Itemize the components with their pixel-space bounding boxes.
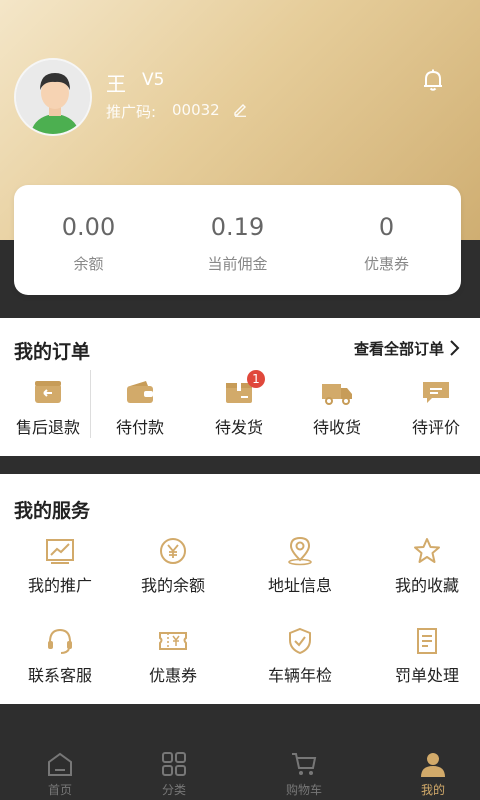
home-icon [48,752,72,776]
yen-coin-icon [160,538,186,564]
order-label: 待发货 [214,418,263,437]
order-pending-review[interactable]: 待评价 [388,376,480,442]
stat-commission[interactable]: 0.19 当前佣金 [163,185,312,295]
user-level-badge: V5 [142,70,165,90]
service-contact-support[interactable]: 联系客服 [0,626,120,696]
order-pending-payment[interactable]: 待付款 [92,376,188,442]
tab-label: 购物车 [285,783,322,797]
service-label: 优惠券 [148,666,197,685]
my-orders-section: 我的订单 查看全部订单 售后退款 待付款 1 待发货 待收货 待评价 [0,318,480,456]
service-my-balance[interactable]: 我的余额 [113,536,233,606]
service-label: 我的推广 [27,576,92,595]
service-label: 罚单处理 [394,666,459,685]
order-divider [90,370,91,438]
order-label: 售后退款 [15,418,80,437]
chevron-right-icon[interactable] [448,338,462,358]
tab-label: 我的 [420,783,445,797]
cart-icon [292,753,317,775]
order-label: 待评价 [411,418,460,437]
tab-home[interactable]: 首页 [0,740,120,800]
stat-label: 优惠券 [363,255,409,273]
promo-code-label: 推广码: [106,103,157,121]
service-address-info[interactable]: 地址信息 [240,536,360,606]
edit-icon[interactable] [232,101,248,117]
tab-label: 首页 [47,783,72,797]
coupon-icon [159,632,187,650]
service-vehicle-inspection[interactable]: 车辆年检 [240,626,360,696]
user-icon [421,753,445,777]
order-pending-receipt[interactable]: 待收货 [289,376,385,442]
avatar[interactable] [14,58,92,136]
service-my-favorites[interactable]: 我的收藏 [367,536,480,606]
balance-stats-card: 0.00 余额 0.19 当前佣金 0 优惠券 [14,185,461,295]
grid-icon [162,752,186,776]
service-label: 我的余额 [140,576,205,595]
order-label: 待付款 [115,418,164,437]
user-name: 王 [106,72,127,96]
truck-icon [322,384,352,405]
order-refund[interactable]: 售后退款 [0,376,96,442]
view-all-orders-link[interactable]: 查看全部订单 [354,338,444,359]
stat-value: 0.19 [210,213,265,241]
chart-icon [46,539,74,564]
order-count-badge: 1 [247,370,265,388]
tab-cart[interactable]: 购物车 [244,740,364,800]
service-label: 车辆年检 [267,666,332,685]
ticket-document-icon [417,628,437,654]
wallet-icon [127,381,153,403]
location-pin-icon [288,536,312,566]
shield-check-icon [289,627,311,655]
headset-icon [48,628,72,654]
bell-icon[interactable] [420,67,446,93]
tab-label: 分类 [161,783,186,797]
tab-categories[interactable]: 分类 [114,740,234,800]
stat-coupons[interactable]: 0 优惠券 [312,185,461,295]
bottom-tab-bar: 首页 分类 购物车 我的 [0,740,480,800]
stat-label: 当前佣金 [207,255,268,273]
my-services-section: 我的服务 我的推广 我的余额 地址信息 我的收藏 联系客服 优惠券 车辆年检 罚… [0,474,480,704]
service-coupons[interactable]: 优惠券 [113,626,233,696]
promo-code-value: 00032 [172,101,220,119]
comment-icon [423,382,449,403]
service-label: 地址信息 [267,576,332,595]
services-title: 我的服务 [14,500,91,522]
orders-title: 我的订单 [14,341,91,363]
order-label: 待收货 [312,418,361,437]
service-my-promotion[interactable]: 我的推广 [0,536,120,606]
service-label: 我的收藏 [394,576,459,595]
order-pending-shipment[interactable]: 1 待发货 [191,370,287,442]
stat-balance[interactable]: 0.00 余额 [14,185,163,295]
service-ticket-handling[interactable]: 罚单处理 [367,626,480,696]
star-icon [414,538,440,563]
stat-value: 0.00 [61,213,116,241]
service-label: 联系客服 [27,666,92,685]
tab-mine[interactable]: 我的 [373,740,480,800]
refund-icon [35,381,61,403]
stat-label: 余额 [73,255,104,273]
stat-value: 0 [378,213,395,241]
